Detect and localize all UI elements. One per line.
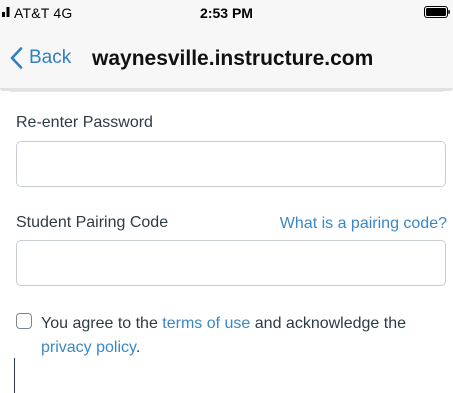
- reenter-password-field[interactable]: [16, 141, 446, 187]
- agreement-prefix: You agree to the: [41, 315, 163, 332]
- back-button[interactable]: Back: [10, 43, 71, 73]
- battery-icon: [424, 6, 450, 18]
- terms-of-use-link[interactable]: terms of use: [162, 315, 250, 332]
- pairing-code-label: Student Pairing Code: [16, 214, 169, 231]
- agreement-text: You agree to the terms of use and acknow…: [41, 312, 446, 360]
- agreement-middle: and acknowledge the: [250, 315, 406, 332]
- navigation-bar: Back waynesville.instructure.com: [0, 30, 453, 88]
- agreement-checkbox[interactable]: [16, 313, 32, 329]
- status-bar: AT&T 4G 2:53 PM: [0, 0, 453, 30]
- pairing-code-help-link[interactable]: What is a pairing code?: [280, 215, 447, 233]
- scroll-edge-line: [14, 358, 15, 393]
- signup-screen: AT&T 4G 2:53 PM Back waynesville.instruc…: [0, 0, 453, 393]
- chevron-left-icon: [10, 47, 23, 69]
- page-title: waynesville.instructure.com: [92, 47, 374, 70]
- pairing-code-field[interactable]: [16, 240, 446, 286]
- nav-divider: [0, 88, 453, 98]
- back-button-label: Back: [29, 47, 72, 68]
- privacy-policy-link[interactable]: privacy policy: [41, 339, 136, 356]
- status-time: 2:53 PM: [200, 5, 253, 21]
- reenter-password-label: Re-enter Password: [16, 114, 153, 131]
- agreement-suffix: .: [135, 339, 141, 356]
